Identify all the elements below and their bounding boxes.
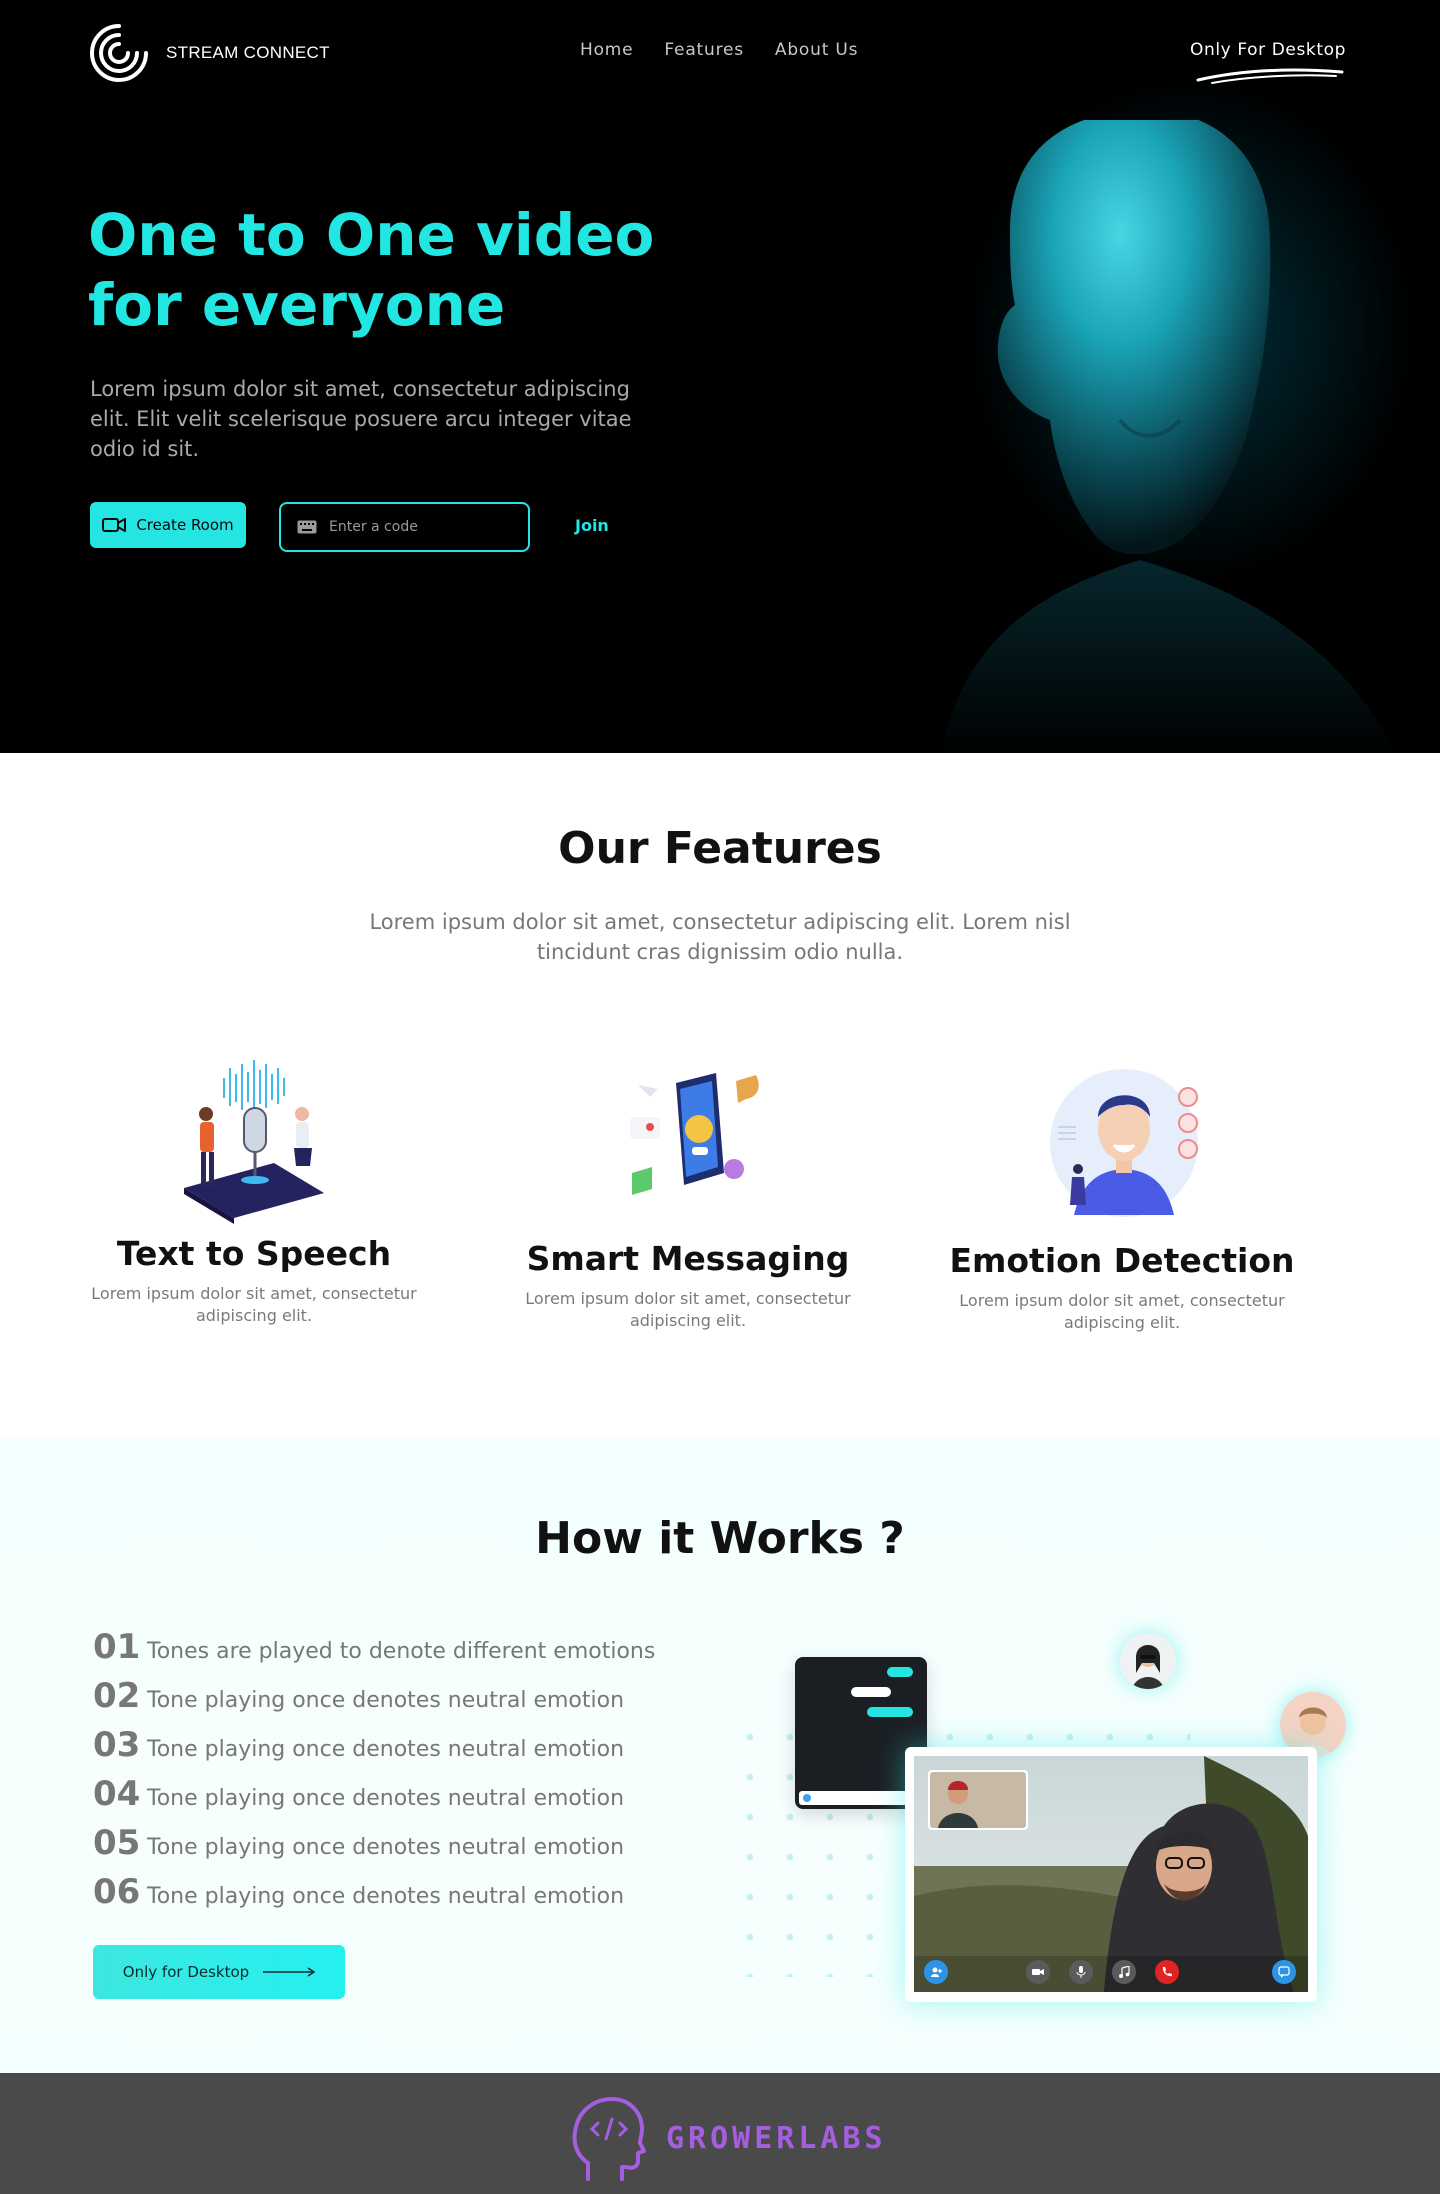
create-room-label: Create Room — [136, 516, 234, 534]
brush-underline — [1196, 68, 1344, 84]
step-number: 03 — [93, 1725, 141, 1765]
brain-code-icon — [572, 2097, 646, 2181]
top-nav: STREAM CONNECT Home Features About Us On… — [0, 0, 1440, 106]
arrow-right-icon — [263, 1967, 316, 1977]
mic-icon[interactable] — [1069, 1960, 1093, 1984]
features-section: Our Features Lorem ipsum dolor sit amet,… — [0, 753, 1440, 1437]
step-item: 03 Tone playing once denotes neutral emo… — [93, 1725, 655, 1774]
step-item: 01 Tones are played to denote different … — [93, 1627, 655, 1676]
feature-card-smart-messaging: Smart Messaging Lorem ipsum dolor sit am… — [508, 1063, 868, 1332]
step-item: 06 Tone playing once denotes neutral emo… — [93, 1872, 655, 1921]
step-item: 05 Tone playing once denotes neutral emo… — [93, 1823, 655, 1872]
how-it-works-section: How it Works ? 01 Tones are played to de… — [0, 1437, 1440, 2073]
join-button[interactable]: Join — [575, 516, 609, 535]
smart-messaging-illustration — [630, 1073, 759, 1195]
code-input[interactable] — [329, 519, 519, 535]
only-for-desktop-label[interactable]: Only For Desktop — [1190, 40, 1346, 60]
nav-link-home[interactable]: Home — [580, 40, 633, 60]
footer: GROWERLABS — [0, 2073, 1440, 2194]
music-icon[interactable] — [1112, 1960, 1136, 1984]
step-text: Tone playing once denotes neutral emotio… — [147, 1835, 625, 1860]
step-number: 02 — [93, 1676, 141, 1716]
feature-card-emotion-detection: Emotion Detection Lorem ipsum dolor sit … — [942, 1065, 1302, 1334]
feature-title: Smart Messaging — [526, 1239, 850, 1278]
step-text: Tone playing once denotes neutral emotio… — [147, 1884, 625, 1909]
step-text: Tone playing once denotes neutral emotio… — [147, 1737, 625, 1762]
chat-icon[interactable] — [1272, 1960, 1296, 1984]
nav-links: Home Features About Us — [580, 40, 858, 60]
video-call-scene — [914, 1756, 1308, 1992]
video-camera-icon — [102, 518, 127, 532]
create-room-button[interactable]: Create Room — [90, 502, 246, 548]
emotion-detection-illustration — [1050, 1069, 1198, 1217]
only-for-desktop-button-label: Only for Desktop — [122, 1963, 250, 1981]
footer-brand-name: GROWERLABS — [666, 2120, 887, 2156]
avatar-woman — [1120, 1633, 1176, 1689]
step-text: Tone playing once denotes neutral emotio… — [147, 1688, 625, 1713]
only-for-desktop-button[interactable]: Only for Desktop — [93, 1945, 345, 1999]
feature-description: Lorem ipsum dolor sit amet, consectetur … — [959, 1291, 1285, 1332]
nav-link-features[interactable]: Features — [664, 40, 744, 60]
feature-title: Emotion Detection — [949, 1241, 1295, 1280]
feature-title: Text to Speech — [116, 1234, 392, 1273]
step-item: 04 Tone playing once denotes neutral emo… — [93, 1774, 655, 1823]
nav-link-about-us[interactable]: About Us — [775, 40, 858, 60]
features-description: Lorem ipsum dolor sit amet, consectetur … — [369, 910, 1071, 964]
step-item: 02 Tone playing once denotes neutral emo… — [93, 1676, 655, 1725]
feature-description: Lorem ipsum dolor sit amet, consectetur … — [525, 1289, 851, 1330]
how-it-works-title: How it Works ? — [535, 1513, 905, 1564]
logo-icon — [90, 24, 148, 82]
step-text: Tone playing once denotes neutral emotio… — [147, 1786, 625, 1811]
end-call-icon[interactable] — [1155, 1960, 1179, 1984]
text-to-speech-illustration — [184, 1060, 324, 1224]
hero-description: Lorem ipsum dolor sit amet, consectetur … — [90, 377, 632, 461]
add-user-icon[interactable] — [924, 1960, 948, 1984]
code-input-box[interactable] — [279, 502, 530, 552]
hero-title: One to One video for everyone — [88, 201, 655, 339]
brand-logo[interactable]: STREAM CONNECT — [88, 22, 330, 84]
step-number: 04 — [93, 1774, 141, 1814]
feature-description: Lorem ipsum dolor sit amet, consectetur … — [91, 1284, 417, 1325]
footer-brand[interactable]: GROWERLABS — [568, 2095, 887, 2181]
camera-icon[interactable] — [1026, 1960, 1050, 1984]
step-number: 01 — [93, 1627, 141, 1667]
step-number: 06 — [93, 1872, 141, 1912]
feature-card-text-to-speech: Text to Speech Lorem ipsum dolor sit ame… — [74, 1058, 434, 1327]
mannequin-head-image — [941, 120, 1397, 753]
step-text: Tones are played to denote different emo… — [147, 1639, 656, 1664]
brand-name: STREAM CONNECT — [166, 43, 330, 62]
step-number: 05 — [93, 1823, 141, 1863]
video-call-card — [905, 1747, 1317, 2002]
steps-list: 01 Tones are played to denote different … — [93, 1627, 655, 1921]
keyboard-icon — [297, 520, 317, 534]
features-title: Our Features — [558, 823, 882, 874]
video-call-frame — [914, 1756, 1308, 1992]
hero-section: STREAM CONNECT Home Features About Us On… — [0, 0, 1440, 753]
